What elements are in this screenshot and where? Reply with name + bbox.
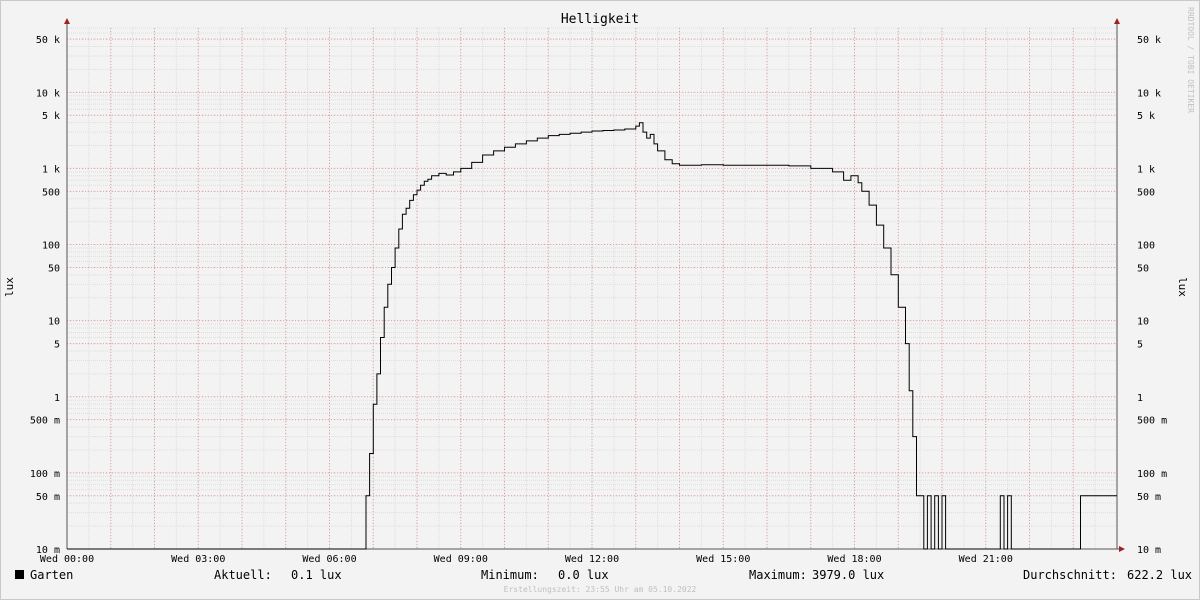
legend-min-label: Minimum: <box>481 568 539 582</box>
legend-current-label: Aktuell: <box>214 568 272 582</box>
y-tick-label-left: 5 <box>54 340 60 351</box>
x-tick-label: Wed 03:00 <box>171 554 225 565</box>
y-axis-arrow-right <box>1114 18 1120 24</box>
y-tick-label-left: 50 <box>48 263 60 274</box>
y-tick-label-right: 10 <box>1137 317 1149 328</box>
y-tick-label-left: 100 m <box>30 469 60 480</box>
y-tick-label-right: 50 m <box>1137 492 1161 503</box>
y-tick-label-left: 500 <box>42 187 60 198</box>
legend-swatch <box>15 570 24 579</box>
x-axis-arrow <box>1119 546 1125 552</box>
x-tick-label: Wed 09:00 <box>434 554 488 565</box>
legend-current-value: 0.1 lux <box>291 568 342 582</box>
y-tick-label-left: 1 k <box>42 164 60 175</box>
y-tick-label-right: 10 m <box>1137 545 1161 556</box>
y-axis-label-left: lux <box>3 277 16 297</box>
legend-avg-value: 622.2 lux <box>1127 568 1193 582</box>
axes <box>64 18 1125 552</box>
y-tick-label-right: 500 <box>1137 187 1155 198</box>
brightness-chart: 50 k 50 k 10 k 10 k 5 k 5 k 1 k 1 k 500 500 100 100… <box>3 7 1195 565</box>
y-tick-label-right: 50 <box>1137 263 1149 274</box>
y-axis-arrow-left <box>64 18 70 24</box>
legend-max-label: Maximum: <box>749 568 807 582</box>
y-tick-label-right: 100 m <box>1137 469 1167 480</box>
y-tick-label-left: 500 m <box>30 416 60 427</box>
y-tick-label-right: 5 <box>1137 340 1143 351</box>
y-tick-label-left: 5 k <box>42 111 60 122</box>
legend-max-value: 3979.0 lux <box>812 568 885 582</box>
y-tick-label-left: 100 <box>42 241 60 252</box>
x-tick-label: Wed 15:00 <box>696 554 750 565</box>
y-tick-label-right: 100 <box>1137 241 1155 252</box>
tick-labels: 50 k 50 k 10 k 10 k 5 k 5 k 1 k 1 k 500 500 100 100… <box>30 35 1167 565</box>
y-axis-label-right: lux <box>1176 277 1189 297</box>
footer-timestamp: Erstellungszeit: 23:55 Uhr am 05.10.2022 <box>503 585 697 594</box>
chart-title: Helligkeit <box>561 12 639 27</box>
y-tick-label-left: 10 <box>48 317 60 328</box>
legend-series-name: Garten <box>30 568 74 582</box>
y-tick-label-right: 50 k <box>1137 35 1161 46</box>
legend-min-value: 0.0 lux <box>558 568 609 582</box>
y-tick-label-right: 1 <box>1137 393 1143 404</box>
y-tick-label-left: 50 k <box>36 35 60 46</box>
y-tick-label-left: 1 <box>54 393 60 404</box>
x-tick-label: Wed 21:00 <box>959 554 1013 565</box>
y-tick-label-left: 10 k <box>36 88 60 99</box>
watermark: RRDTOOL / TOBI OETIKER <box>1186 7 1195 113</box>
y-tick-label-left: 50 m <box>36 492 60 503</box>
grid-lines <box>66 27 1118 550</box>
x-tick-label: Wed 12:00 <box>565 554 619 565</box>
y-tick-label-right: 10 k <box>1137 88 1161 99</box>
legend-avg-label: Durchschnitt: <box>1023 568 1117 582</box>
y-tick-label-right: 5 k <box>1137 111 1155 122</box>
y-tick-label-right: 1 k <box>1137 164 1155 175</box>
x-tick-label: Wed 18:00 <box>827 554 881 565</box>
y-tick-label-right: 500 m <box>1137 416 1167 427</box>
x-tick-label: Wed 00:00 <box>40 554 94 565</box>
x-tick-label: Wed 06:00 <box>302 554 356 565</box>
